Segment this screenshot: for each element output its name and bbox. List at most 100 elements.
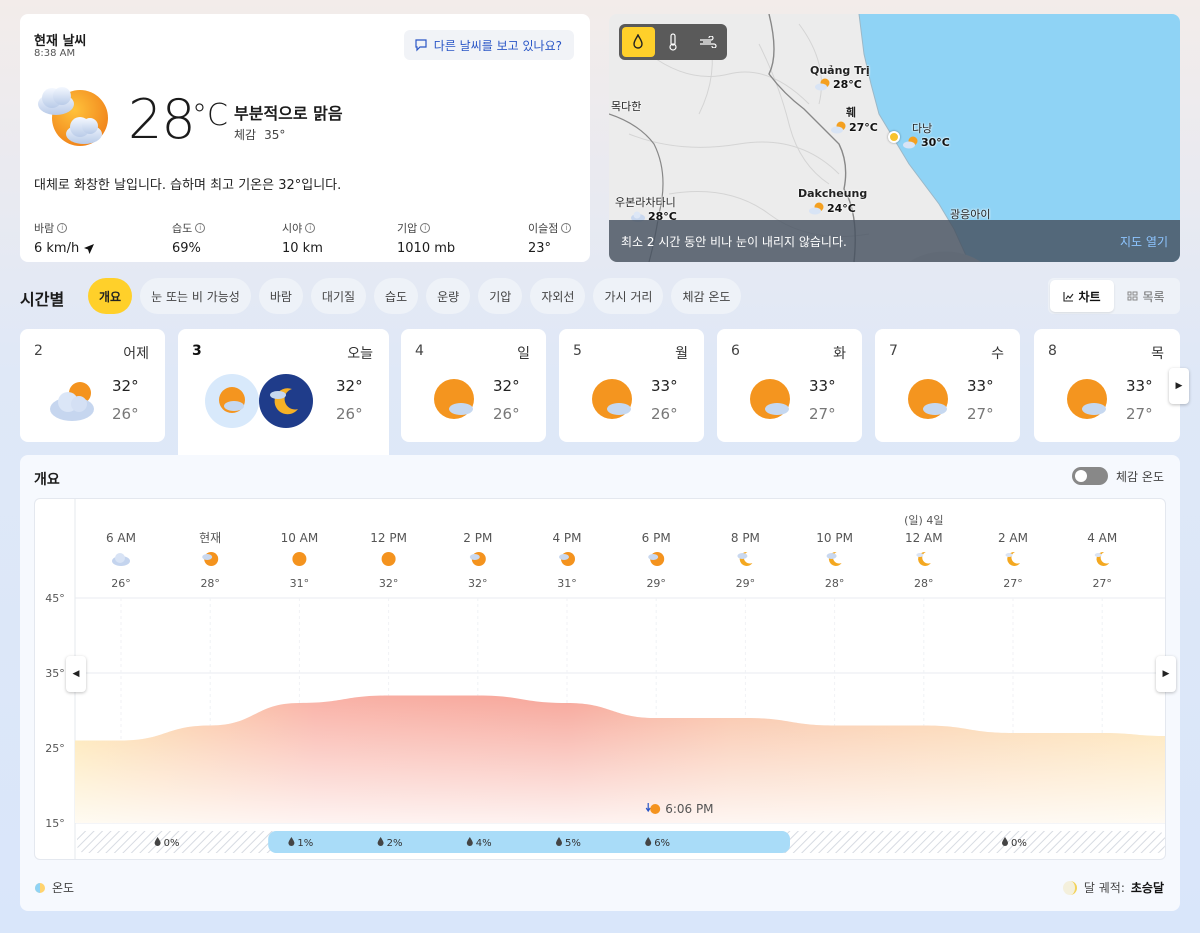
metric-label: 시야 [282, 222, 303, 235]
day-marker-label: (일) 4일 [904, 513, 943, 527]
hour-label: 6 PM [642, 531, 671, 545]
map-city-name: Quảng Trị [810, 64, 870, 77]
map-city-temp[interactable]: 27°C [830, 120, 878, 134]
map-label: 목다한 [611, 100, 642, 113]
day-card[interactable]: 6 화 33° 27° [717, 329, 862, 442]
chart-next-button[interactable]: ▶ [1156, 656, 1176, 692]
current-weather-title: 현재 날씨 [34, 34, 87, 49]
y-tick-label: 25° [45, 742, 65, 755]
tab-feels-like[interactable]: 체감 온도 [671, 278, 742, 314]
day-card-today[interactable]: 3 오늘 32° 26° [178, 329, 389, 457]
chart-view-label: 차트 [1078, 289, 1101, 304]
open-map-link[interactable]: 지도 열기 [1120, 233, 1168, 250]
temperature-layer-button[interactable] [657, 27, 690, 57]
info-icon: i [57, 223, 68, 233]
feels-like: 체감 35° [234, 126, 285, 143]
hour-temp-label: 29° [736, 577, 756, 590]
feels-label: 체감 [234, 128, 257, 142]
tab-humidity[interactable]: 습도 [374, 278, 419, 314]
chart-prev-button[interactable]: ◀ [66, 656, 86, 692]
metric-humidity[interactable]: 습도 i 69% [172, 220, 206, 256]
day-card[interactable]: 8 목 33° 27° [1034, 329, 1180, 442]
partly-moon-icon [826, 551, 842, 566]
hour-label: 2 AM [998, 531, 1028, 545]
moon-label: 달 궤적: [1083, 881, 1125, 895]
moon-phase: 달 궤적: 초승달 [1062, 879, 1164, 896]
day-number: 5 [573, 343, 582, 359]
map-city-temp[interactable]: 24°C [808, 201, 856, 215]
moon-value: 초승달 [1130, 881, 1164, 895]
hour-label: 10 PM [816, 531, 853, 545]
hour-temp-label: 28° [200, 577, 220, 590]
precip-label: 6% [654, 838, 670, 849]
toggle-switch[interactable] [1072, 467, 1109, 485]
day-name: 목 [1151, 346, 1164, 362]
wind-icon [699, 36, 717, 48]
chart-view-button[interactable]: 차트 [1050, 280, 1114, 312]
chevron-left-icon: ◀ [72, 669, 80, 679]
list-view-button[interactable]: 목록 [1114, 280, 1178, 312]
tab-uv[interactable]: 자외선 [530, 278, 586, 314]
tab-visibility[interactable]: 가시 거리 [593, 278, 664, 314]
precip-band-rain [268, 831, 790, 853]
partly-sunny-icon [903, 136, 918, 149]
precipitation-layer-button[interactable] [622, 27, 655, 57]
feels-like-toggle-label: 체감 온도 [1116, 469, 1164, 484]
other-weather-button[interactable]: 다른 날씨를 보고 있나요? [403, 30, 574, 60]
cloudy-sun-icon [50, 382, 94, 421]
current-location-marker [888, 131, 900, 143]
days-next-button[interactable]: ▶ [1169, 368, 1189, 404]
day-high: 32° [336, 377, 363, 395]
partly-sunny-icon [1067, 379, 1107, 419]
tab-wind[interactable]: 바람 [258, 278, 303, 314]
tab-cloud-cover[interactable]: 운량 [426, 278, 471, 314]
sun-shape [292, 552, 307, 566]
tab-overview[interactable]: 개요 [88, 278, 133, 314]
metric-wind[interactable]: 바람 i 6 km/h [34, 220, 95, 256]
day-name: 화 [833, 346, 846, 362]
precip-label: 0% [1011, 838, 1027, 849]
weather-summary: 대체로 화창한 날입니다. 습하며 최고 기온은 32°입니다. [34, 178, 342, 193]
feels-like-toggle[interactable]: 체감 온도 [1072, 467, 1164, 485]
hourly-chart: 45° 35° 25° 15° 6 AM 26° 현재 28° 10 AM 31° 12 PM 32°… [34, 498, 1166, 860]
metric-pressure[interactable]: 기압 i 1010 mb [397, 220, 455, 256]
wind-layer-button[interactable] [691, 27, 724, 57]
partly-sunny-icon [831, 121, 846, 134]
chat-icon [415, 39, 427, 52]
metric-visibility[interactable]: 시야 i 10 km [282, 220, 323, 256]
day-number: 8 [1048, 343, 1057, 359]
hour-temp-label: 27° [1092, 577, 1112, 590]
partly-sunny-icon [38, 87, 108, 146]
cloud-shape [202, 554, 213, 560]
day-number: 6 [731, 343, 740, 359]
partly-sunny-icon [205, 374, 259, 428]
partly-sunny-icon [559, 552, 575, 566]
day-card[interactable]: 5 월 33° 26° [559, 329, 704, 442]
day-card[interactable]: 2 어제 32° 26° [20, 329, 165, 442]
metric-dew-point[interactable]: 이슬점 i 23° [528, 220, 572, 256]
weather-map[interactable]: 목다한 우본라차타니 광응아이 Quảng Trị 28°C 훼 27°C 다낭… [609, 14, 1180, 262]
tab-air-quality[interactable]: 대기질 [310, 278, 367, 314]
tab-precip-chance[interactable]: 눈 또는 비 가능성 [140, 278, 251, 314]
y-tick-label: 35° [45, 667, 65, 680]
feels-value: 35° [264, 128, 286, 142]
day-card[interactable]: 7 수 33° 27° [875, 329, 1020, 442]
list-icon [1127, 291, 1138, 300]
info-icon: i [561, 223, 572, 233]
map-city-temp[interactable]: 28°C [814, 77, 862, 91]
moon-icon [916, 551, 931, 566]
partly-sunny-icon [815, 78, 830, 91]
day-card[interactable]: 4 일 32° 26° [401, 329, 546, 442]
map-temp-value: 30°C [921, 135, 950, 149]
map-city-temp[interactable]: 30°C [902, 135, 950, 149]
day-number: 7 [889, 343, 898, 359]
hour-label: 4 PM [552, 531, 581, 545]
hour-label: 12 PM [370, 531, 407, 545]
day-high: 33° [1126, 377, 1153, 395]
tab-pressure[interactable]: 기압 [478, 278, 523, 314]
metric-label: 기압 [397, 222, 418, 235]
day-high: 33° [651, 377, 678, 395]
overview-panel: 개요 체감 온도 45° 35° 25° 15° 6 AM 26° 현재 28° 10 AM 31… [20, 455, 1180, 911]
metric-label: 이슬점 [528, 222, 559, 235]
view-toggle: 차트 목록 [1048, 278, 1180, 314]
